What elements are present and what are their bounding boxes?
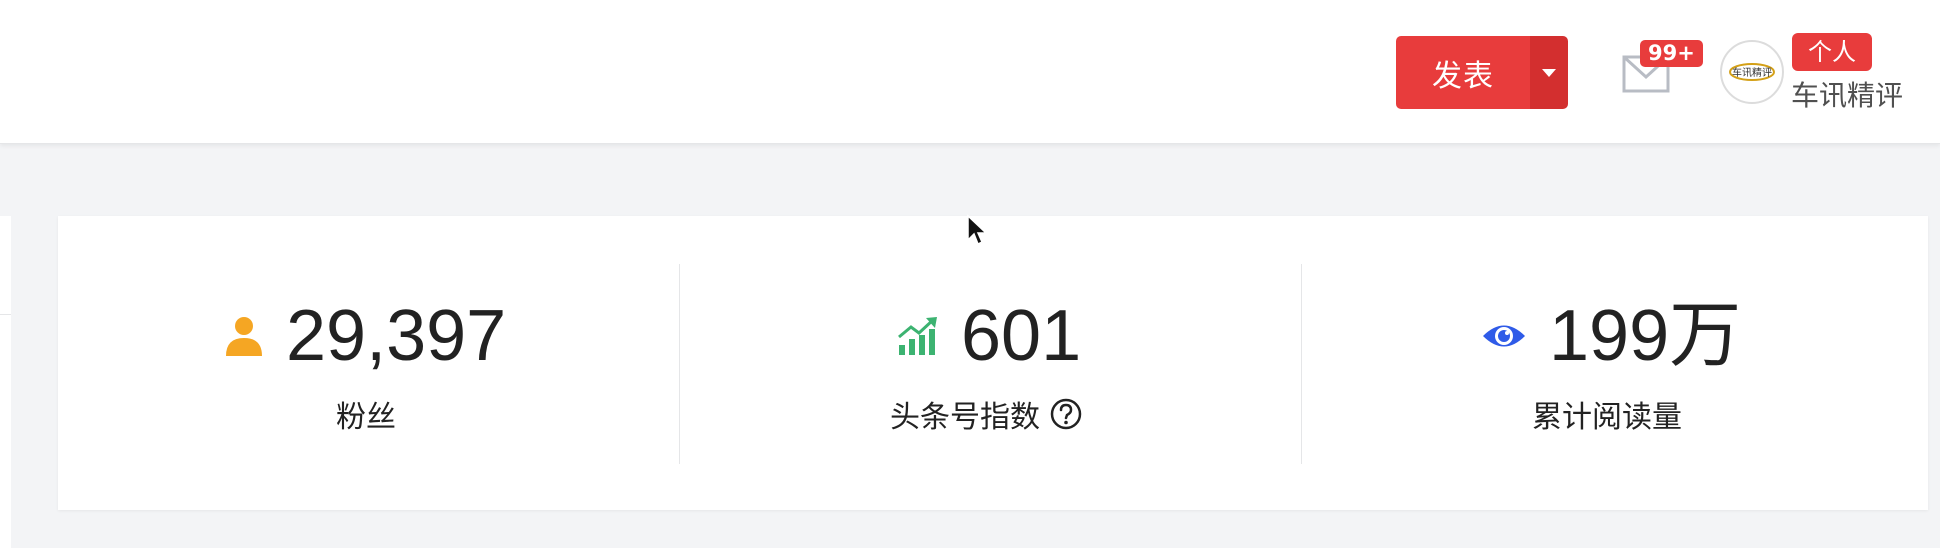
help-icon[interactable] — [1050, 398, 1082, 430]
top-header: 发表 99+ 车讯精评 个人 车讯精评 — [0, 0, 1940, 144]
stat-total-reads: 199万 累计阅读量 — [1302, 216, 1928, 510]
toutiao-index-label-wrap: 头条号指数 — [890, 392, 1082, 436]
toutiao-index-label: 头条号指数 — [890, 400, 1040, 435]
publish-button-group: 发表 — [1396, 36, 1568, 109]
account-name[interactable]: 车讯精评 — [1791, 74, 1903, 114]
left-panel-edge — [0, 216, 11, 548]
stats-card: 29,397 粉丝 601 头条号指数 199万 累计阅读量 — [58, 216, 1928, 510]
trend-up-icon — [897, 315, 939, 357]
stat-toutiao-index: 601 头条号指数 — [680, 216, 1301, 510]
caret-down-icon — [1542, 68, 1556, 77]
total-reads-value: 199万 — [1549, 296, 1742, 376]
avatar-logo-text: 车讯精评 — [1732, 66, 1772, 79]
divider — [0, 314, 11, 315]
toutiao-index-value: 601 — [961, 296, 1082, 376]
account-type-badge: 个人 — [1792, 33, 1872, 71]
stat-followers: 29,397 粉丝 — [58, 216, 679, 510]
followers-label: 粉丝 — [336, 400, 396, 435]
mouse-cursor-icon — [966, 214, 988, 252]
publish-dropdown-button[interactable] — [1530, 36, 1568, 109]
publish-button[interactable]: 发表 — [1396, 36, 1530, 109]
avatar[interactable]: 车讯精评 — [1720, 40, 1784, 104]
user-icon — [224, 314, 264, 358]
unread-count-badge: 99+ — [1640, 40, 1703, 67]
followers-count: 29,397 — [286, 296, 507, 376]
eye-icon — [1481, 319, 1527, 353]
total-reads-label: 累计阅读量 — [1532, 400, 1682, 435]
